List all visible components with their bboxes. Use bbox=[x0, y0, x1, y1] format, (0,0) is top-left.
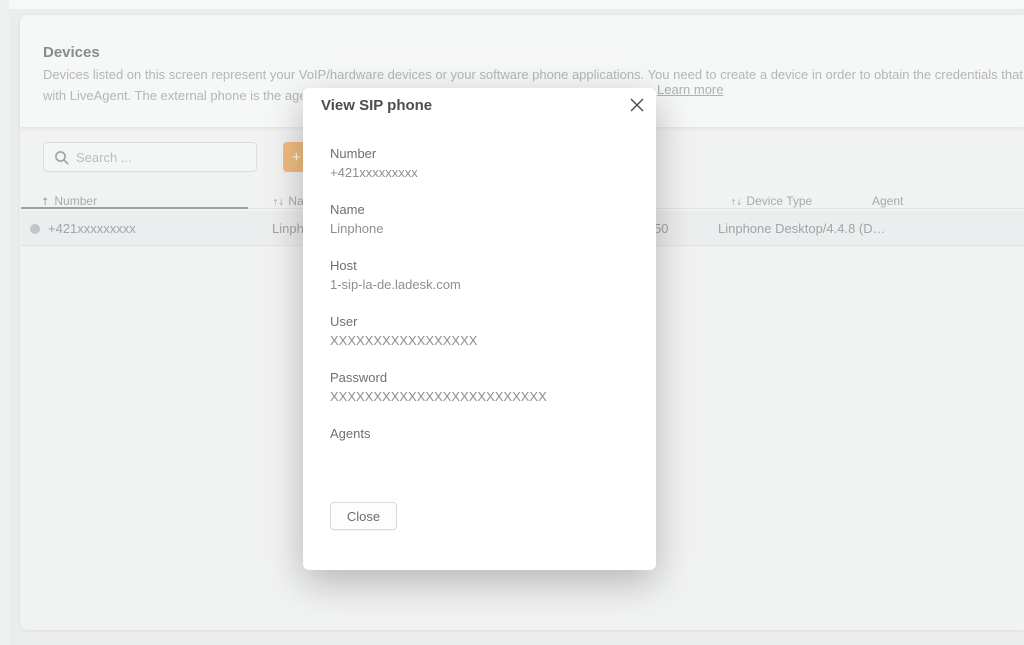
search-input[interactable] bbox=[76, 144, 251, 170]
field-label: Name bbox=[330, 202, 630, 218]
sort-icon: ↑↓ bbox=[272, 198, 283, 207]
field-value: Linphone bbox=[330, 221, 630, 237]
search-box bbox=[43, 142, 257, 172]
close-button[interactable]: Close bbox=[330, 502, 397, 530]
field-value: 1-sip-la-de.ladesk.com bbox=[330, 277, 630, 293]
field-label: Agents bbox=[330, 426, 630, 442]
page-title: Devices bbox=[43, 44, 100, 61]
field-value: XXXXXXXXXXXXXXXXX bbox=[330, 333, 630, 349]
plus-icon: + bbox=[292, 149, 301, 166]
column-header-device-type[interactable]: ↑↓Device Type bbox=[730, 194, 812, 208]
column-header-agent[interactable]: Agent bbox=[872, 194, 903, 208]
field-name: Name Linphone bbox=[330, 202, 630, 237]
top-strip bbox=[0, 0, 1024, 9]
device-status-dot bbox=[30, 224, 40, 234]
field-label: User bbox=[330, 314, 630, 330]
learn-more-link[interactable]: Learn more bbox=[657, 82, 723, 97]
cell-port-fragment: 50 bbox=[654, 221, 668, 236]
field-label: Host bbox=[330, 258, 630, 274]
field-label: Password bbox=[330, 370, 630, 386]
field-number: Number +421xxxxxxxxx bbox=[330, 146, 630, 181]
search-icon bbox=[54, 150, 70, 166]
field-agents: Agents bbox=[330, 426, 630, 461]
modal-title: View SIP phone bbox=[321, 97, 432, 114]
field-value bbox=[330, 445, 630, 461]
field-user: User XXXXXXXXXXXXXXXXX bbox=[330, 314, 630, 349]
sort-icon: ↑↓ bbox=[730, 198, 741, 207]
field-value: +421xxxxxxxxx bbox=[330, 165, 630, 181]
field-password: Password XXXXXXXXXXXXXXXXXXXXXXXXX bbox=[330, 370, 630, 405]
left-strip bbox=[0, 0, 9, 645]
close-icon[interactable] bbox=[629, 97, 645, 113]
cell-device-type: Linphone Desktop/4.4.8 (D… bbox=[718, 221, 886, 236]
field-value: XXXXXXXXXXXXXXXXXXXXXXXXX bbox=[330, 389, 630, 405]
sorted-column-underline bbox=[21, 207, 248, 209]
page-description-line1: Devices listed on this screen represent … bbox=[43, 67, 1024, 82]
view-sip-phone-modal: View SIP phone Number +421xxxxxxxxx Name… bbox=[303, 88, 656, 570]
field-host: Host 1-sip-la-de.ladesk.com bbox=[330, 258, 630, 293]
cell-number: +421xxxxxxxxx bbox=[48, 221, 136, 236]
column-header-number[interactable]: ↑Number bbox=[41, 194, 97, 208]
field-label: Number bbox=[330, 146, 630, 162]
